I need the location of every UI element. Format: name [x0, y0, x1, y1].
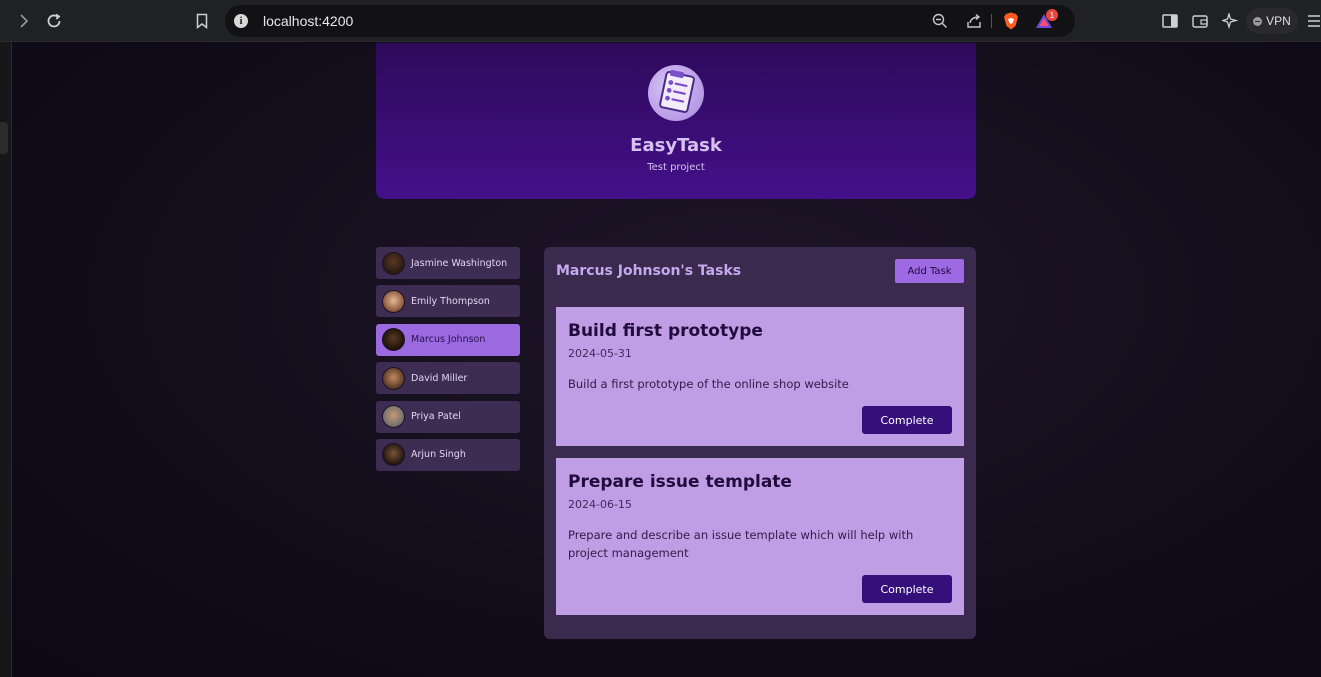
task-card: Build first prototype 2024-05-31 Build a…	[556, 307, 964, 446]
vertical-tab-strip	[0, 42, 12, 677]
tasks-title: Marcus Johnson's Tasks	[556, 263, 742, 279]
leo-ai-icon[interactable]	[1220, 11, 1240, 31]
avatar	[382, 251, 405, 275]
task-description: Build a first prototype of the online sh…	[568, 377, 849, 391]
user-name: David Miller	[411, 372, 468, 384]
user-list: Jasmine Washington Emily Thompson Marcus…	[376, 247, 520, 477]
zoom-out-icon[interactable]	[931, 12, 949, 30]
notification-badge: 1	[1046, 9, 1058, 21]
forward-icon[interactable]	[14, 11, 34, 31]
avatar	[382, 328, 405, 352]
app-subtitle: Test project	[647, 162, 705, 173]
task-title: Build first prototype	[568, 321, 763, 341]
wallet-icon[interactable]	[1190, 11, 1210, 31]
avatar	[382, 289, 405, 313]
task-card: Prepare issue template 2024-06-15 Prepar…	[556, 458, 964, 615]
menu-icon[interactable]	[1304, 11, 1321, 31]
task-list-logo-icon	[648, 65, 704, 121]
tasks-panel: Marcus Johnson's Tasks Add Task Build fi…	[544, 247, 976, 639]
avatar	[382, 366, 405, 390]
site-info-icon[interactable]: i	[234, 14, 248, 28]
task-date: 2024-06-15	[568, 498, 632, 511]
user-item-david-miller[interactable]: David Miller	[376, 362, 520, 395]
avatar	[382, 405, 405, 429]
vpn-button[interactable]: VPN	[1246, 8, 1298, 34]
brave-shields-icon[interactable]	[1002, 12, 1020, 30]
app-title: EasyTask	[630, 135, 722, 156]
user-item-arjun-singh[interactable]: Arjun Singh	[376, 438, 520, 471]
url-text[interactable]: localhost:4200	[263, 13, 353, 29]
share-icon[interactable]	[965, 12, 983, 30]
user-name: Arjun Singh	[411, 449, 466, 461]
user-item-marcus-johnson[interactable]: Marcus Johnson	[376, 323, 520, 356]
user-name: Emily Thompson	[411, 295, 490, 307]
task-title: Prepare issue template	[568, 472, 792, 492]
vpn-label: VPN	[1266, 14, 1291, 28]
reload-icon[interactable]	[44, 11, 64, 31]
user-item-priya-patel[interactable]: Priya Patel	[376, 400, 520, 433]
browser-toolbar: i localhost:4200 1 VPN	[0, 0, 1321, 42]
user-name: Marcus Johnson	[411, 334, 486, 346]
vpn-status-icon	[1253, 16, 1263, 26]
vertical-tab[interactable]	[0, 122, 8, 154]
task-description: Prepare and describe an issue template w…	[568, 528, 914, 560]
app-page: EasyTask Test project Jasmine Washington…	[13, 43, 1321, 677]
user-item-emily-thompson[interactable]: Emily Thompson	[376, 285, 520, 318]
user-name: Priya Patel	[411, 411, 461, 423]
add-task-button[interactable]: Add Task	[895, 259, 964, 283]
divider	[991, 14, 992, 28]
sidebar-toggle-icon[interactable]	[1160, 11, 1180, 31]
avatar	[382, 443, 405, 467]
user-name: Jasmine Washington	[411, 257, 508, 269]
complete-button[interactable]: Complete	[862, 406, 952, 434]
bookmark-icon[interactable]	[192, 11, 212, 31]
task-date: 2024-05-31	[568, 347, 632, 360]
user-item-jasmine-washington[interactable]: Jasmine Washington	[376, 247, 520, 279]
address-bar[interactable]: i localhost:4200 1	[225, 5, 1075, 37]
complete-button[interactable]: Complete	[862, 575, 952, 603]
app-header: EasyTask Test project	[376, 43, 976, 199]
